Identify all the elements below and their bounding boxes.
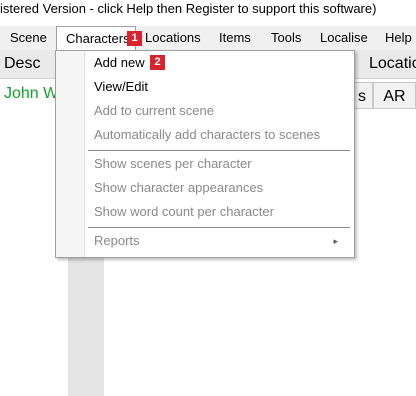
- menu-locations[interactable]: Locations: [145, 26, 201, 50]
- window-title: istered Version - click Help then Regist…: [0, 0, 416, 22]
- menu-scene[interactable]: Scene: [10, 26, 47, 50]
- menu-separator: [88, 227, 350, 228]
- menu-item-reports[interactable]: Reports ▸: [94, 229, 348, 253]
- menu-item-scenes-per-character[interactable]: Show scenes per character: [94, 152, 252, 176]
- menu-bar: Scene Characters 1 Locations Items Tools…: [0, 26, 416, 50]
- menu-separator: [88, 150, 350, 151]
- menu-tools[interactable]: Tools: [271, 26, 301, 50]
- callout-badge-2: 2: [150, 55, 165, 70]
- callout-badge-1: 1: [127, 31, 142, 46]
- app-window: istered Version - click Help then Regist…: [0, 0, 416, 396]
- menu-item-add-to-scene[interactable]: Add to current scene: [94, 99, 214, 123]
- menu-item-word-count[interactable]: Show word count per character: [94, 200, 274, 224]
- menu-characters[interactable]: Characters: [56, 26, 136, 50]
- menu-help[interactable]: Help: [385, 26, 412, 50]
- menu-characters-label: Characters: [66, 31, 130, 46]
- menu-items[interactable]: Items: [219, 26, 251, 50]
- desc-header: Desc: [4, 55, 41, 72]
- menu-item-add-new[interactable]: Add new: [94, 51, 145, 75]
- menu-item-reports-label: Reports: [94, 233, 140, 248]
- submenu-arrow-icon: ▸: [333, 236, 338, 246]
- location-header: Locatio: [369, 55, 416, 72]
- menu-localise[interactable]: Localise: [320, 26, 368, 50]
- tab-ar[interactable]: AR: [373, 82, 416, 109]
- menu-item-view-edit[interactable]: View/Edit: [94, 75, 148, 99]
- characters-dropdown-menu: Add new 2 View/Edit Add to current scene…: [55, 50, 355, 258]
- menu-icon-gutter: [56, 51, 85, 257]
- character-name[interactable]: John W: [4, 79, 58, 109]
- menu-item-auto-add[interactable]: Automatically add characters to scenes: [94, 123, 320, 147]
- menu-item-add-new-label: Add new: [94, 55, 145, 70]
- menu-item-character-appearances[interactable]: Show character appearances: [94, 176, 263, 200]
